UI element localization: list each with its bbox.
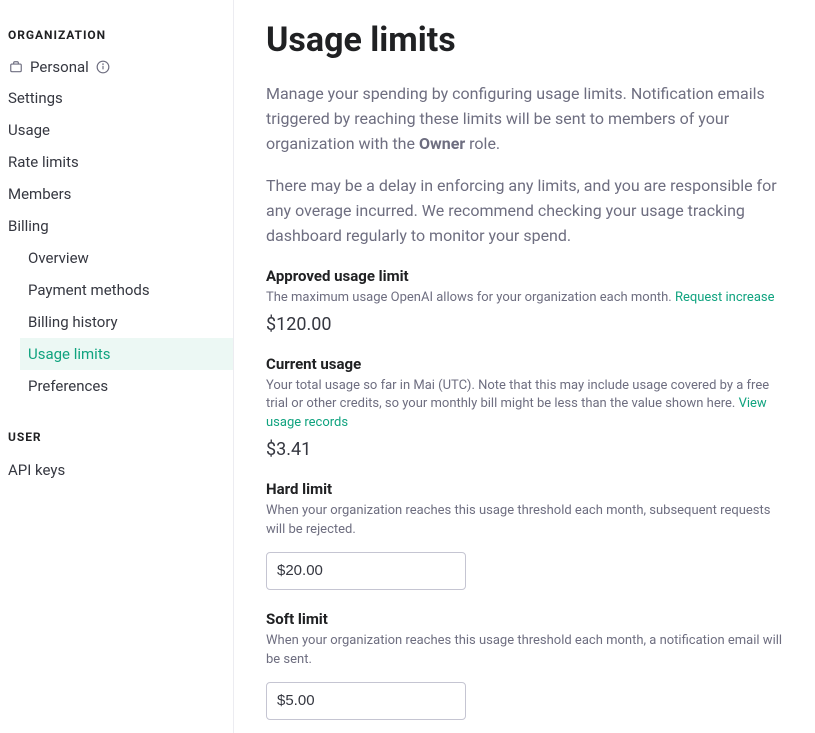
request-increase-link[interactable]: Request increase <box>675 290 775 305</box>
user-section: USER API keys <box>0 430 233 486</box>
intro-text: Manage your spending by configuring usag… <box>266 82 785 249</box>
intro-paragraph-2: There may be a delay in enforcing any li… <box>266 174 785 248</box>
info-icon[interactable] <box>95 59 111 75</box>
soft-limit-input[interactable] <box>266 682 466 720</box>
hard-limit-input[interactable] <box>266 552 466 590</box>
sidebar-item-rate-limits[interactable]: Rate limits <box>0 146 233 178</box>
soft-limit-label: Soft limit <box>266 610 785 628</box>
soft-limit-help: When your organization reaches this usag… <box>266 632 785 670</box>
approved-limit-value: $120.00 <box>266 314 785 335</box>
soft-limit-block: Soft limit When your organization reache… <box>266 610 785 720</box>
briefcase-icon <box>8 59 24 75</box>
current-usage-label: Current usage <box>266 355 785 373</box>
hard-limit-label: Hard limit <box>266 480 785 498</box>
sidebar-item-usage[interactable]: Usage <box>0 114 233 146</box>
org-selector[interactable]: Personal <box>0 52 233 82</box>
org-section-header: ORGANIZATION <box>0 28 233 52</box>
main-content: Usage limits Manage your spending by con… <box>234 0 815 733</box>
sidebar-item-overview[interactable]: Overview <box>20 242 233 274</box>
page-title: Usage limits <box>266 20 785 60</box>
sidebar-item-billing-history[interactable]: Billing history <box>20 306 233 338</box>
sidebar-item-settings[interactable]: Settings <box>0 82 233 114</box>
approved-limit-block: Approved usage limit The maximum usage O… <box>266 267 785 335</box>
approved-limit-label: Approved usage limit <box>266 267 785 285</box>
approved-limit-help: The maximum usage OpenAI allows for your… <box>266 289 785 308</box>
current-usage-block: Current usage Your total usage so far in… <box>266 355 785 461</box>
current-usage-help: Your total usage so far in Mai (UTC). No… <box>266 377 785 434</box>
intro-paragraph-1: Manage your spending by configuring usag… <box>266 82 785 156</box>
billing-subnav: Overview Payment methods Billing history… <box>0 242 233 402</box>
hard-limit-block: Hard limit When your organization reache… <box>266 480 785 590</box>
sidebar-item-members[interactable]: Members <box>0 178 233 210</box>
org-name: Personal <box>30 58 89 76</box>
sidebar-item-preferences[interactable]: Preferences <box>20 370 233 402</box>
user-section-header: USER <box>0 430 233 454</box>
sidebar-item-payment-methods[interactable]: Payment methods <box>20 274 233 306</box>
sidebar-item-api-keys[interactable]: API keys <box>0 454 233 486</box>
sidebar: ORGANIZATION Personal Settings Usage Rat… <box>0 0 234 733</box>
sidebar-item-usage-limits[interactable]: Usage limits <box>20 338 233 370</box>
current-usage-value: $3.41 <box>266 439 785 460</box>
sidebar-item-billing[interactable]: Billing <box>0 210 233 242</box>
hard-limit-help: When your organization reaches this usag… <box>266 502 785 540</box>
